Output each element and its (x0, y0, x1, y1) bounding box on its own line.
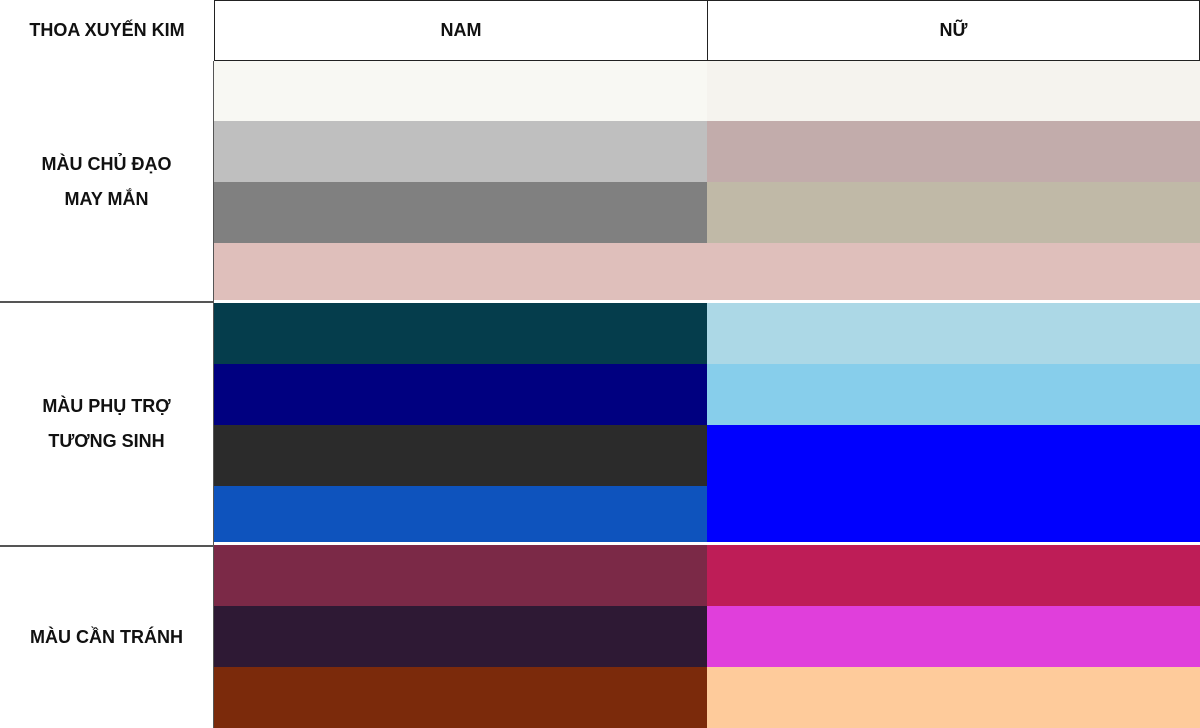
column-header-nu: NỮ (707, 0, 1200, 61)
swatch-nam-phu-tro-4 (214, 486, 707, 542)
swatch-nu-chu-dao-3 (707, 182, 1200, 243)
group-label-can-tranh: MÀU CẦN TRÁNH (0, 546, 214, 728)
row-separator-2 (0, 545, 214, 547)
column-header-nam: NAM (214, 0, 708, 61)
swatch-nam-phu-tro-2 (214, 364, 707, 425)
row-separator-1 (0, 301, 214, 303)
swatch-nam-phu-tro-3 (214, 425, 707, 486)
swatch-nam-can-tranh-3 (214, 667, 707, 728)
swatch-nu-can-tranh-1 (707, 545, 1200, 606)
swatch-nu-chu-dao-2 (707, 121, 1200, 182)
swatch-nu-phu-tro-4 (707, 486, 1200, 542)
group-label-can-tranh-line1: MÀU CẦN TRÁNH (30, 626, 183, 647)
group-gap-2 (214, 542, 1200, 545)
column-header-nu-label: NỮ (939, 20, 968, 40)
swatch-nu-can-tranh-2 (707, 606, 1200, 667)
group-label-phu-tro-line2: TƯƠNG SINH (48, 431, 165, 451)
swatch-nam-chu-dao-2 (214, 121, 707, 182)
swatch-nu-phu-tro-3 (707, 425, 1200, 486)
swatch-nu-phu-tro-2 (707, 364, 1200, 425)
group-gap-1 (214, 300, 1200, 303)
swatch-nu-phu-tro-1 (707, 303, 1200, 364)
swatch-nu-can-tranh-3 (707, 667, 1200, 728)
group-label-chu-dao-line2: MAY MẮN (64, 188, 149, 209)
corner-header-label: THOA XUYẾN KIM (29, 20, 185, 40)
swatch-nu-chu-dao-1 (707, 61, 1200, 121)
group-label-phu-tro: MÀU PHỤ TRỢ TƯƠNG SINH (0, 303, 214, 545)
column-header-nam-label: NAM (440, 20, 482, 40)
swatch-nam-chu-dao-1 (214, 61, 707, 121)
group-label-phu-tro-line1: MÀU PHỤ TRỢ (42, 396, 171, 416)
swatch-nam-can-tranh-2 (214, 606, 707, 667)
corner-header: THOA XUYẾN KIM (0, 0, 214, 61)
swatch-nam-can-tranh-1 (214, 545, 707, 606)
swatch-nu-chu-dao-4 (707, 243, 1200, 301)
swatch-nam-chu-dao-3 (214, 182, 707, 243)
group-label-chu-dao: MÀU CHỦ ĐẠO MAY MẮN (0, 61, 214, 302)
group-label-chu-dao-line1: MÀU CHỦ ĐẠO (41, 153, 172, 174)
swatch-nam-chu-dao-4 (214, 243, 707, 301)
swatch-nam-phu-tro-1 (214, 303, 707, 364)
